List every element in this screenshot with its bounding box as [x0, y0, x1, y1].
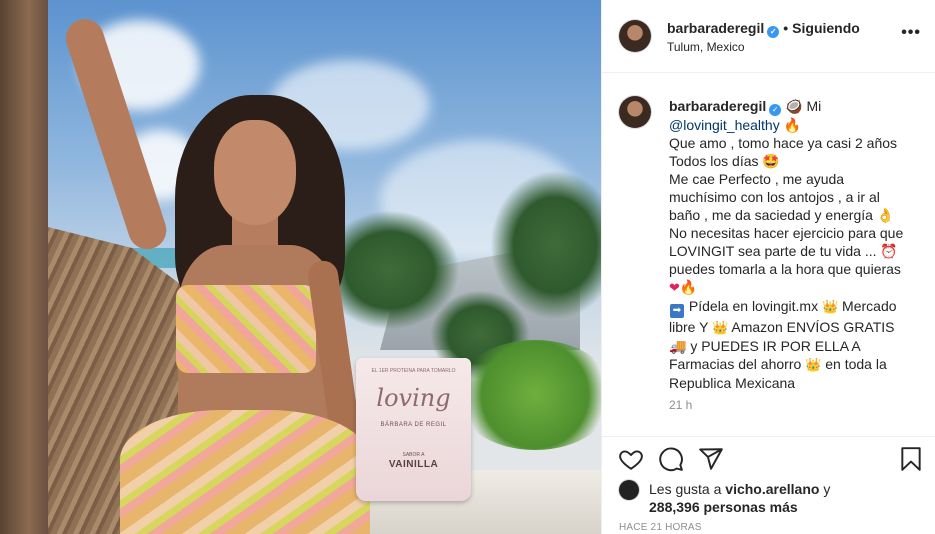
liker-avatar[interactable] [619, 480, 639, 500]
caption-line: Republica Mexicana [669, 375, 796, 391]
product-flavor: VAINILLA [388, 459, 439, 470]
crown-emoji: 👑 [805, 357, 822, 372]
patterned-top [176, 285, 316, 373]
post-photo[interactable]: EL 1ER PROTEINA PARA TOMARLO loving BÁRB… [0, 0, 601, 534]
action-bar [602, 440, 935, 480]
caption-username[interactable]: barbaraderegil [669, 98, 766, 114]
username-link[interactable]: barbaraderegil [667, 20, 764, 36]
caption-line: y PUEDES IR POR ELLA A [690, 338, 861, 354]
fire-emoji: 🔥 [679, 279, 698, 295]
mention-link[interactable]: @lovingit_healthy [669, 117, 780, 133]
caption-line: LOVINGIT sea parte de tu vida ... [669, 243, 877, 259]
comment-icon[interactable] [658, 446, 684, 472]
share-icon[interactable] [698, 446, 724, 472]
truck-emoji: 🚚 [669, 338, 687, 354]
crown-emoji: 👑 [821, 299, 839, 314]
bookmark-icon[interactable] [898, 446, 924, 472]
product-flavor-label: SABOR A [402, 452, 425, 458]
caption-line: libre Y [669, 319, 709, 335]
likes-count[interactable]: 288,396 personas más [649, 499, 798, 515]
caption-line: en toda la [825, 356, 887, 372]
heart-icon[interactable] [618, 446, 644, 472]
fire-emoji: 🔥 [783, 117, 802, 133]
likes-joiner: y [823, 481, 831, 497]
post-timestamp[interactable]: HACE 21 HORAS [619, 522, 702, 533]
header-user-line: barbaraderegil ✓ • Siguiendo [667, 20, 860, 38]
likes-prefix: Les gusta a [649, 481, 722, 497]
alarm-clock-emoji: ⏰ [880, 243, 898, 259]
more-options-icon[interactable]: ••• [901, 24, 921, 42]
caption-line: Mi [806, 98, 822, 114]
caption-text: barbaraderegil ✓ 🥥 Mi @lovingit_healthy 🔥… [669, 97, 921, 392]
caption-line: Pídela en lovingit.mx [688, 298, 819, 314]
verified-badge-icon: ✓ [769, 104, 782, 116]
post-sidebar: barbaraderegil ✓ • Siguiendo Tulum, Mexico … [601, 0, 935, 534]
location-link[interactable]: Tulum, Mexico [667, 40, 745, 54]
product-brand: BÁRBARA DE REGIL [380, 422, 447, 428]
caption-line: puedes tomarla a la hora que quieras [669, 261, 901, 277]
caption-line: baño , me da saciedad y energía [669, 207, 873, 223]
caption-line: Me cae Perfecto , me ayuda [669, 171, 845, 187]
face [214, 120, 296, 225]
product-top-text: EL 1ER PROTEINA PARA TOMARLO [371, 368, 456, 374]
avatar[interactable] [619, 20, 651, 52]
caption-line: Amazon ENVÍOS GRATIS [731, 319, 895, 335]
caption-area: barbaraderegil ✓ 🥥 Mi @lovingit_healthy 🔥… [602, 73, 935, 437]
caption-line: muchísimo con los antojos , a ir al [669, 189, 880, 205]
separator-dot: • [783, 20, 789, 36]
following-button[interactable]: Siguiendo [792, 20, 860, 36]
star-struck-emoji: 🤩 [762, 153, 780, 169]
product-bag: EL 1ER PROTEINA PARA TOMARLO loving BÁRB… [356, 358, 471, 501]
avatar[interactable] [619, 96, 651, 128]
right-arrow-emoji: ➡ [670, 304, 684, 318]
caption-line: Que amo , tomo hace ya casi 2 años [669, 135, 898, 151]
bush [455, 340, 601, 450]
likes-summary: Les gusta a vicho.arellano y 288,396 pers… [619, 480, 929, 516]
caption-line: Todos los días [669, 153, 759, 169]
caption-timestamp[interactable]: 21 h [669, 398, 692, 412]
liker-username[interactable]: vicho.arellano [725, 481, 819, 497]
wooden-beam [0, 0, 48, 534]
ok-hand-emoji: 👌 [876, 207, 895, 223]
caption-line: Farmacias del ahorro [669, 356, 802, 372]
caption-line: Mercado [842, 298, 897, 314]
verified-badge-icon: ✓ [767, 26, 780, 38]
crown-emoji: 👑 [712, 320, 729, 335]
product-logo: loving [376, 384, 451, 412]
caption-line: No necesitas hacer ejercicio para que [669, 225, 904, 241]
heart-emoji: ❤ [669, 280, 680, 295]
post-header: barbaraderegil ✓ • Siguiendo Tulum, Mexico … [602, 0, 935, 73]
coconut-emoji: 🥥 [785, 98, 803, 114]
patterned-skirt [120, 410, 370, 534]
